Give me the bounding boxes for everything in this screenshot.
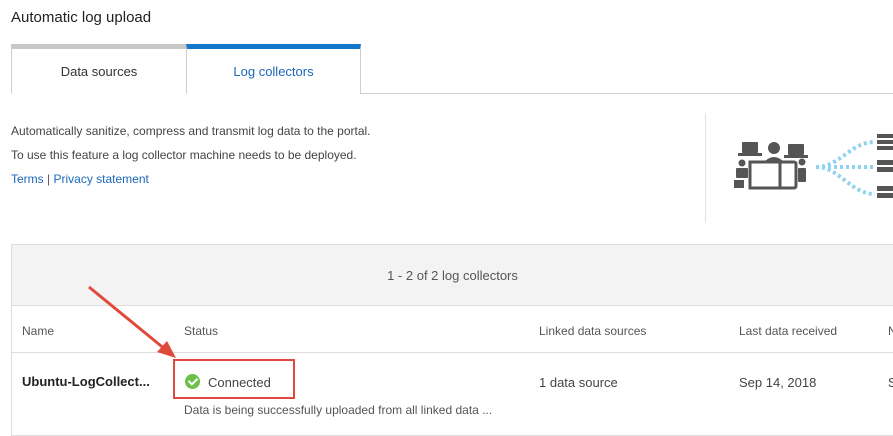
devices-illustration	[734, 134, 893, 198]
linked-data-sources-value[interactable]: 1 data source	[539, 375, 618, 390]
tab-log-collectors[interactable]: Log collectors	[186, 44, 361, 94]
tab-data-sources[interactable]: Data sources	[11, 44, 187, 94]
table-header: Name Status Linked data sources Last dat…	[12, 306, 893, 353]
link-separator: |	[47, 172, 51, 186]
tab-divider	[361, 93, 893, 94]
page-title: Automatic log upload	[11, 9, 152, 26]
column-header-status[interactable]: Status	[184, 324, 218, 338]
intro-section: Automatically sanitize, compress and tra…	[11, 119, 371, 191]
last-data-received-value: Sep 14, 2018	[739, 375, 817, 390]
collector-name[interactable]: Ubuntu-LogCollect...	[22, 374, 150, 389]
tab-bar: Data sources Log collectors	[11, 44, 893, 94]
check-circle-icon	[185, 374, 200, 389]
terms-link[interactable]: Terms	[11, 172, 44, 186]
intro-line-2: To use this feature a log collector mach…	[11, 148, 357, 162]
collector-count: 1 - 2 of 2 log collectors	[387, 267, 518, 283]
column-header-name[interactable]: Name	[22, 324, 54, 338]
truncated-cell: S	[888, 375, 893, 390]
column-header-linked-data-sources[interactable]: Linked data sources	[539, 324, 646, 338]
log-collectors-table: 1 - 2 of 2 log collectors Name Status Li…	[11, 244, 893, 436]
status-label: Connected	[208, 375, 271, 390]
intro-links: Terms | Privacy statement	[11, 167, 371, 191]
table-row[interactable]: Ubuntu-LogCollect... Connected Data is b…	[12, 353, 893, 435]
table-count-bar: 1 - 2 of 2 log collectors	[12, 245, 893, 306]
intro-line-1: Automatically sanitize, compress and tra…	[11, 124, 371, 138]
column-header-truncated[interactable]: N	[888, 324, 893, 338]
section-divider	[705, 113, 706, 223]
privacy-statement-link[interactable]: Privacy statement	[53, 172, 148, 186]
status-detail: Data is being successfully uploaded from…	[184, 403, 493, 417]
column-header-last-data-received[interactable]: Last data received	[739, 324, 837, 338]
